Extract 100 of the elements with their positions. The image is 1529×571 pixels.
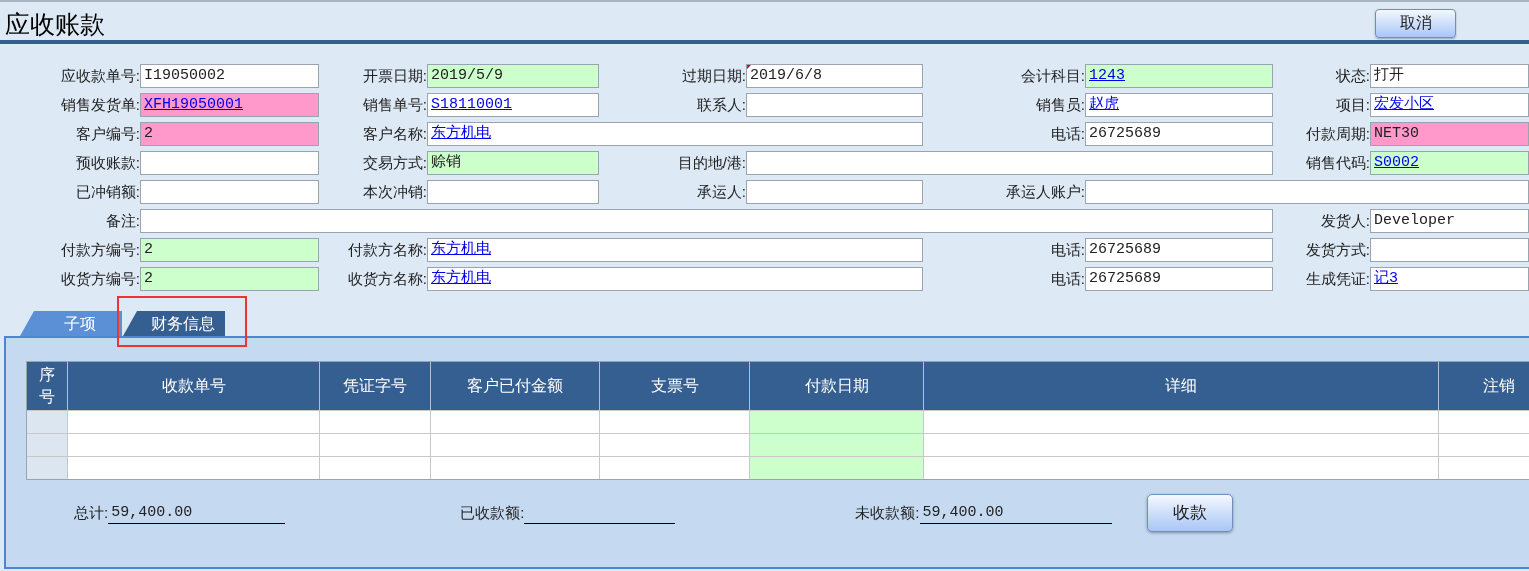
total-value: 59,400.00 [919, 502, 1112, 525]
field-link[interactable]: S18110001 [431, 94, 512, 116]
input-field[interactable]: 2019/6/8 [746, 64, 923, 88]
input-field[interactable]: 东方机电 [427, 238, 923, 262]
table-cell[interactable] [68, 411, 320, 433]
input-field[interactable]: 记3 [1370, 267, 1529, 291]
field-label: 联系人: [696, 94, 746, 115]
field-link[interactable]: 记3 [1374, 268, 1398, 290]
field-value: 赊销 [431, 152, 461, 173]
table-cell[interactable] [600, 411, 750, 433]
column-header: 序号 [27, 362, 68, 410]
field-value: Developer [1374, 210, 1455, 231]
input-field[interactable]: 2 [140, 122, 319, 146]
field-link[interactable]: S0002 [1374, 152, 1419, 174]
input-field[interactable] [746, 93, 923, 117]
table-cell[interactable] [750, 457, 924, 479]
field-link[interactable]: 宏发小区 [1374, 94, 1434, 116]
input-field[interactable] [746, 180, 923, 204]
total-label: 已收款额: [460, 502, 525, 523]
input-field[interactable] [140, 209, 1273, 233]
input-field[interactable]: I19050002 [140, 64, 319, 88]
field-label: 交易方式: [362, 152, 427, 173]
input-field[interactable]: S18110001 [427, 93, 599, 117]
field-label: 电话: [1050, 268, 1085, 289]
field-label: 已冲销额: [75, 181, 140, 202]
input-field[interactable]: 26725689 [1085, 122, 1273, 146]
column-header: 支票号 [600, 362, 750, 410]
input-field[interactable]: 2 [140, 267, 319, 291]
table-cell[interactable] [1439, 457, 1529, 479]
field-link[interactable]: 东方机电 [431, 123, 491, 145]
field-label: 状态: [1335, 65, 1370, 86]
column-header: 收款单号 [68, 362, 320, 410]
collect-button[interactable]: 收款 [1146, 494, 1233, 532]
input-field[interactable] [140, 180, 319, 204]
field-link[interactable]: 东方机电 [431, 239, 491, 261]
input-field[interactable]: 1243 [1085, 64, 1273, 88]
input-field[interactable]: 赵虎 [1085, 93, 1273, 117]
table-cell[interactable] [924, 411, 1439, 433]
field-link[interactable]: 东方机电 [431, 268, 491, 290]
input-field[interactable]: 东方机电 [427, 267, 923, 291]
table-cell[interactable] [431, 457, 600, 479]
field-value: I19050002 [144, 65, 225, 86]
input-field[interactable] [1085, 180, 1529, 204]
field-label: 销售单号: [362, 94, 427, 115]
field-value: 26725689 [1089, 239, 1161, 260]
column-header: 注销 [1439, 362, 1529, 410]
input-field[interactable] [140, 151, 319, 175]
table-cell[interactable] [68, 434, 320, 456]
field-label: 客户编号: [75, 123, 140, 144]
field-label: 付款方编号: [60, 239, 140, 260]
field-link[interactable]: XFH19050001 [144, 94, 244, 116]
input-field[interactable] [746, 151, 1273, 175]
field-label: 销售员: [1035, 94, 1085, 115]
field-label: 付款周期: [1305, 123, 1370, 144]
table-cell[interactable] [1439, 411, 1529, 433]
input-field[interactable]: 赊销 [427, 151, 599, 175]
field-label: 销售代码: [1305, 152, 1370, 173]
field-value: 2019/6/8 [750, 65, 822, 86]
table-cell[interactable] [431, 411, 600, 433]
input-field[interactable]: 2019/5/9 [427, 64, 599, 88]
input-field[interactable]: NET30 [1370, 122, 1529, 146]
input-field[interactable]: 2 [140, 238, 319, 262]
table-cell[interactable] [431, 434, 600, 456]
table-cell[interactable] [320, 434, 431, 456]
table-cell[interactable] [600, 434, 750, 456]
input-field[interactable]: S0002 [1370, 151, 1529, 175]
field-link[interactable]: 赵虎 [1089, 94, 1119, 116]
field-label: 付款方名称: [347, 239, 427, 260]
input-field[interactable]: Developer [1370, 209, 1529, 233]
column-header: 付款日期 [750, 362, 924, 410]
field-label: 承运人: [696, 181, 746, 202]
field-link[interactable]: 1243 [1089, 65, 1125, 87]
cancel-button[interactable]: 取消 [1375, 8, 1456, 38]
input-field[interactable] [1370, 238, 1529, 262]
field-value: 2019/5/9 [431, 65, 503, 86]
table-cell[interactable] [27, 457, 68, 479]
table-cell[interactable] [68, 457, 320, 479]
field-value: 2 [144, 239, 153, 260]
field-label: 发货方式: [1305, 239, 1370, 260]
input-field[interactable] [427, 180, 599, 204]
input-field[interactable]: 东方机电 [427, 122, 923, 146]
table-cell[interactable] [924, 457, 1439, 479]
field-value: 26725689 [1089, 268, 1161, 289]
table-cell[interactable] [320, 411, 431, 433]
table-cell[interactable] [750, 434, 924, 456]
tab[interactable]: 财务信息 [123, 311, 225, 336]
input-field[interactable]: 26725689 [1085, 267, 1273, 291]
table-cell[interactable] [600, 457, 750, 479]
input-field[interactable]: 26725689 [1085, 238, 1273, 262]
input-field[interactable]: XFH19050001 [140, 93, 319, 117]
table-cell[interactable] [27, 434, 68, 456]
table-cell[interactable] [924, 434, 1439, 456]
input-field[interactable]: 宏发小区 [1370, 93, 1529, 117]
table-cell[interactable] [1439, 434, 1529, 456]
table-cell[interactable] [27, 411, 68, 433]
input-field[interactable]: 打开 [1370, 64, 1529, 88]
field-label: 客户名称: [362, 123, 427, 144]
field-label: 备注: [105, 210, 140, 231]
table-cell[interactable] [750, 411, 924, 433]
table-cell[interactable] [320, 457, 431, 479]
